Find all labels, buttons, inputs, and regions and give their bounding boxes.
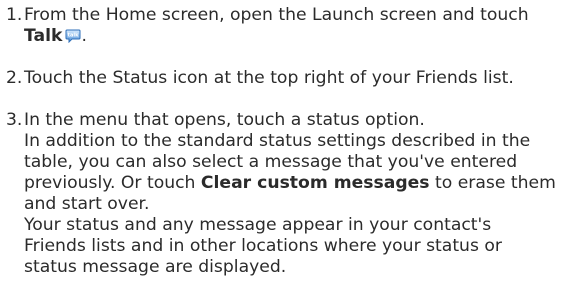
step-1-line-1: From the Home screen, open the Launch sc… [24,5,529,25]
step-3-number: 3. [6,110,23,130]
step-1-number: 1. [6,5,23,25]
step-3-text: In the menu that opens, touch a status o… [24,110,585,278]
step-1-period: . [81,26,87,46]
step-2-text: Touch the Status icon at the top right o… [24,68,585,89]
step-3-line-8: status message are displayed. [24,257,287,277]
svg-text:talk: talk [68,33,79,39]
step-2-line-1: Touch the Status icon at the top right o… [24,68,514,88]
talk-icon: talk [65,28,81,44]
step-3-line-3: table, you can also select a message tha… [24,152,518,172]
step-3-line-4: previously. Or touch Clear custom messag… [24,173,585,194]
step-3-line-4-pre: previously. Or touch [24,173,201,193]
step-3-line-7: Friends lists and in other locations whe… [24,236,502,256]
step-3-line-1: In the menu that opens, touch a status o… [24,110,425,130]
step-1-text: From the Home screen, open the Launch sc… [24,5,585,47]
clear-custom-messages-label: Clear custom messages [200,173,430,193]
talk-label: Talk [24,26,63,46]
step-3-line-6: Your status and any message appear in yo… [24,215,492,235]
step-1-line-2: Talk talk . [24,26,585,47]
step-3-line-4-post: to erase them [429,173,556,193]
step-2-number: 2. [6,68,23,88]
instructions-document: 1. From the Home screen, open the Launch… [0,0,585,296]
step-3-line-5: and start over. [24,194,150,214]
step-3-line-2: In addition to the standard status setti… [24,131,531,151]
